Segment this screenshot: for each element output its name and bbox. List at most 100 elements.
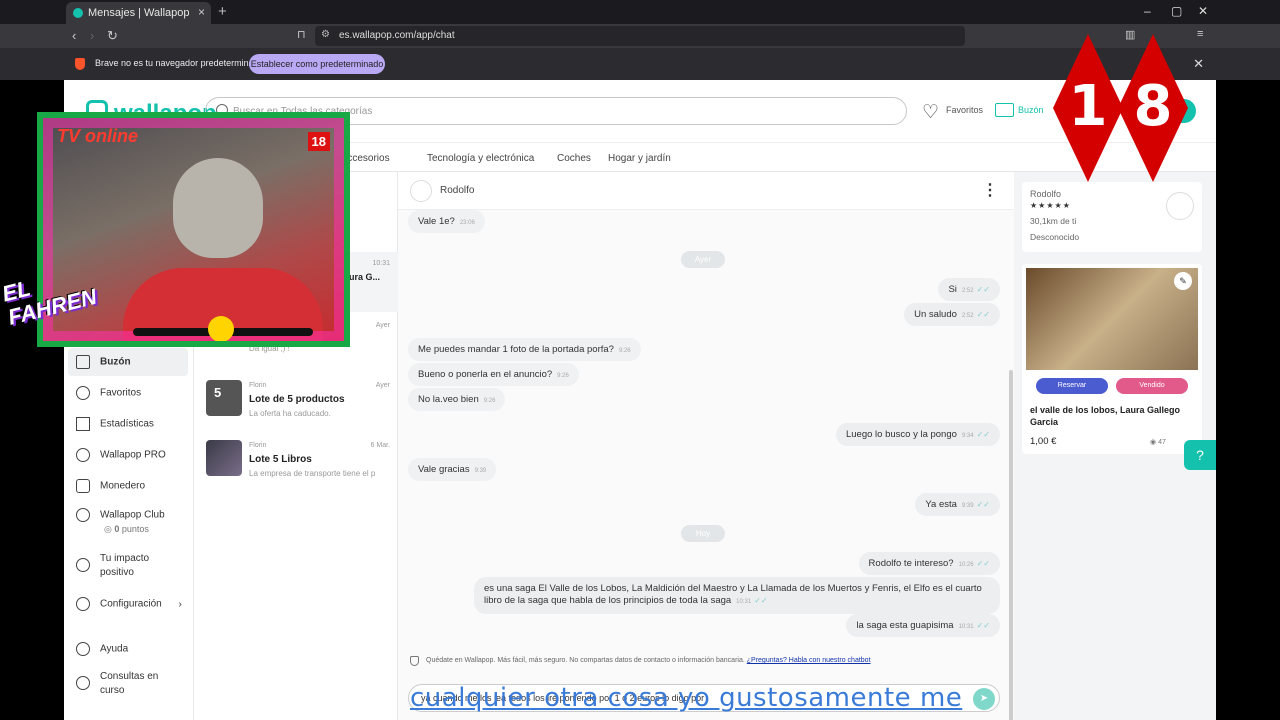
message-text: Me puedes mandar 1 foto de la portada po… — [418, 344, 614, 355]
read-check-icon: ✓✓ — [976, 430, 990, 439]
club-points-unit: puntos — [121, 524, 149, 534]
message-text: Si — [948, 284, 957, 295]
history-icon — [76, 676, 90, 690]
tab-title: Mensajes | Wallapop — [88, 7, 190, 19]
message-time: 10:31 — [958, 624, 974, 630]
video-subtitle: cualquier otra cosa yo gustosamente me — [410, 683, 963, 713]
message-time: 9:34 — [961, 433, 974, 439]
edit-pencil-icon[interactable]: ✎ — [1174, 272, 1192, 290]
infobar-close-icon[interactable]: ✕ — [1193, 56, 1204, 72]
seller-card[interactable]: Rodolfo ★★★★★ 30,1km de ti Desconocido — [1022, 182, 1202, 252]
message-text: No la.veo bien — [418, 394, 479, 405]
heart-icon — [76, 386, 90, 400]
safety-notice: Quédate en Wallapop. Más fácil, más segu… — [398, 652, 1014, 672]
address-bar[interactable]: ⚙ es.wallapop.com/app/chat — [315, 26, 965, 46]
message-time: 2:52 — [961, 313, 974, 319]
header-inbox-link[interactable]: Buzón — [1018, 105, 1044, 115]
seller-rating-stars: ★★★★★ — [1030, 201, 1071, 210]
sidebar-item-club[interactable]: Wallapop Club — [76, 508, 165, 522]
sidebar-item-queries[interactable]: Consultas en curso — [76, 670, 176, 698]
pacman-icon — [208, 316, 234, 341]
conversation-preview: La empresa de transporte tiene el p — [249, 469, 376, 478]
conversation-date: Ayer — [375, 382, 390, 389]
leaf-icon — [76, 558, 90, 572]
maximize-icon[interactable]: ▢ — [1171, 4, 1182, 18]
wallapop-favicon-icon — [73, 8, 83, 18]
set-default-button[interactable]: Establecer como predeterminado — [249, 54, 385, 74]
shield-icon — [410, 656, 419, 666]
chat-header: Rodolfo ⋮ — [398, 172, 1014, 210]
contact-name[interactable]: Rodolfo — [440, 185, 474, 196]
sold-button[interactable]: Vendido — [1116, 378, 1188, 394]
club-points-value: 0 — [114, 524, 120, 534]
conversation-date: 10:31 — [372, 260, 390, 267]
inbox-mail-icon[interactable] — [995, 103, 1014, 117]
message-time: 9:26 — [557, 373, 569, 379]
globe-icon — [76, 508, 90, 522]
bookmark-icon[interactable]: ⊓ — [297, 28, 306, 41]
message-incoming: Vale gracias 9:39 — [408, 458, 497, 481]
conversation-item[interactable]: Florin 6 Mar. Lote 5 Libros La empresa d… — [194, 434, 398, 494]
conversation-date: 6 Mar. — [370, 442, 390, 449]
conversation-sender: Florin — [249, 382, 267, 389]
category-link[interactable]: Hogar y jardín — [608, 153, 671, 164]
forward-icon[interactable]: › — [90, 28, 94, 43]
message-time: 9:26 — [618, 348, 631, 354]
browser-tabbar: Mensajes | Wallapop × + – ▢ ✕ — [0, 0, 1280, 24]
conversation-item[interactable]: 5 Florin Ayer Lote de 5 productos La ofe… — [194, 374, 398, 434]
favorites-heart-icon[interactable]: ♡ — [922, 101, 939, 124]
reload-icon[interactable]: ↻ — [107, 28, 118, 44]
reserve-button[interactable]: Reservar — [1036, 378, 1108, 394]
message-text: Luego lo busco y la pongo — [845, 429, 957, 440]
gear-icon — [76, 597, 90, 611]
mail-icon — [76, 355, 90, 369]
menu-icon[interactable]: ≡ — [1197, 28, 1203, 40]
sidebar-item-help[interactable]: Ayuda — [76, 642, 128, 656]
close-tab-icon[interactable]: × — [198, 5, 205, 19]
category-link[interactable]: Tecnología y electrónica — [427, 153, 534, 164]
send-icon[interactable]: ➤ — [973, 688, 995, 710]
views-value: 47 — [1158, 439, 1166, 446]
message-incoming: No la.veo bien 9:26 — [408, 388, 506, 411]
message-outgoing: Ya esta 9:39 ✓✓ — [915, 493, 1000, 516]
sidebar-item-label: Consultas en curso — [100, 671, 159, 696]
message-time: 9:39 — [474, 468, 487, 474]
minimize-icon[interactable]: – — [1144, 4, 1151, 18]
seller-name: Rodolfo — [1030, 189, 1062, 199]
sidebar-item-label: Monedero — [100, 480, 146, 492]
sidebar-item-pro[interactable]: Wallapop PRO — [76, 448, 166, 462]
help-chat-icon[interactable]: ? — [1184, 440, 1216, 470]
message-outgoing: la saga esta guapisima 10:31 ✓✓ — [846, 614, 1000, 637]
sidebar-item-label: Ayuda — [100, 643, 129, 655]
product-image[interactable] — [1026, 268, 1198, 370]
more-options-icon[interactable]: ⋮ — [982, 180, 998, 200]
sidebar-item-stats[interactable]: Estadísticas — [76, 417, 154, 431]
sidebar-item-favorites[interactable]: Favoritos — [76, 386, 141, 400]
chatbot-link[interactable]: ¿Preguntas? Habla con nuestro chatbot — [747, 657, 871, 664]
seller-location: Desconocido — [1030, 232, 1080, 242]
sidebar-item-impact[interactable]: Tu impacto positivo — [76, 552, 166, 580]
new-tab-icon[interactable]: + — [218, 3, 227, 20]
sidebar-item-inbox[interactable]: Buzón — [76, 355, 131, 369]
chart-icon — [76, 417, 90, 431]
header-favorites-link[interactable]: Favoritos — [946, 105, 983, 115]
read-check-icon: ✓✓ — [976, 500, 990, 509]
back-icon[interactable]: ‹ — [72, 28, 76, 43]
site-settings-icon[interactable]: ⚙ — [321, 29, 330, 40]
category-link[interactable]: Coches — [557, 153, 591, 164]
contact-avatar[interactable] — [410, 180, 432, 202]
sidebar-item-wallet[interactable]: Monedero — [76, 479, 145, 493]
close-window-icon[interactable]: ✕ — [1198, 4, 1208, 18]
day-separator: Hoy — [681, 525, 725, 542]
age-badge-digit: 1 — [1053, 34, 1123, 182]
books-thumbnail — [206, 440, 242, 476]
conversation-sender: Florin — [249, 442, 267, 449]
chat-scrollbar[interactable] — [1009, 370, 1013, 720]
message-text: es una saga El Valle de los Lobos, La Ma… — [484, 583, 982, 606]
message-text: Vale gracias — [418, 464, 470, 475]
badge-digit-text: 8 — [1133, 74, 1173, 139]
sidebar-item-settings[interactable]: Configuración › — [76, 597, 182, 611]
message-incoming: Vale 1e? 23:06 — [408, 210, 485, 233]
browser-tab[interactable]: Mensajes | Wallapop × — [66, 2, 211, 24]
product-card[interactable]: ✎ Reservar Vendido el valle de los lobos… — [1022, 264, 1202, 454]
